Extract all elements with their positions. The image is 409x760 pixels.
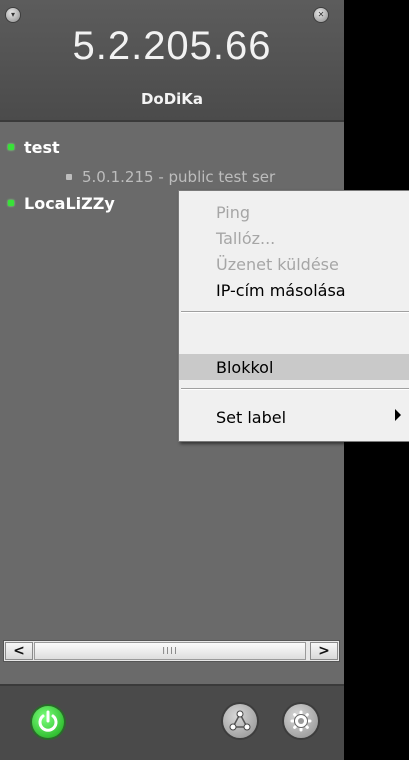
online-status-icon — [8, 200, 14, 206]
menu-separator — [181, 311, 409, 313]
horizontal-scrollbar[interactable]: < IIII > — [3, 640, 340, 662]
username: DoDiKa — [140, 90, 204, 108]
network-name: LocaLiZZy — [24, 193, 115, 213]
online-status-icon — [8, 144, 14, 150]
scroll-thumb[interactable]: IIII — [34, 642, 306, 660]
menu-item-set-label-text: Set label — [216, 407, 287, 427]
network-icon[interactable] — [223, 704, 257, 738]
context-menu: Ping Tallóz... Üzenet küldése IP-cím más… — [178, 190, 409, 442]
minimize-icon[interactable]: ▾ — [6, 8, 20, 22]
footer — [0, 684, 344, 760]
list-item-test[interactable]: test — [0, 135, 60, 159]
network-name: test — [24, 137, 60, 157]
menu-item-ping[interactable]: Ping — [179, 199, 409, 225]
header: ▾ ✕ 5.2.205.66 DoDiKa — [0, 0, 344, 122]
ip-address: 5.2.205.66 — [72, 24, 272, 68]
settings-icon[interactable] — [284, 704, 318, 738]
submenu-arrow-icon — [395, 409, 401, 421]
scroll-left-button[interactable]: < — [5, 642, 33, 660]
menu-separator — [181, 388, 409, 390]
member-detail: 5.0.1.215 - public test ser — [82, 168, 276, 186]
menu-item-copy-ip[interactable]: IP-cím másolása — [179, 277, 409, 303]
menu-item-send-message[interactable]: Üzenet küldése — [179, 251, 409, 277]
menu-item-browse[interactable]: Tallóz... — [179, 225, 409, 251]
close-icon[interactable]: ✕ — [314, 8, 328, 22]
member-status-icon — [66, 174, 72, 180]
menu-item-block[interactable]: Blokkol — [179, 354, 409, 380]
scroll-right-button[interactable]: > — [310, 642, 338, 660]
power-icon[interactable] — [32, 706, 64, 738]
list-item-localizzy[interactable]: LocaLiZZy — [0, 191, 115, 215]
list-item-member[interactable]: 5.0.1.215 - public test ser — [0, 165, 275, 189]
menu-item-set-label[interactable]: Set label — [179, 404, 409, 430]
